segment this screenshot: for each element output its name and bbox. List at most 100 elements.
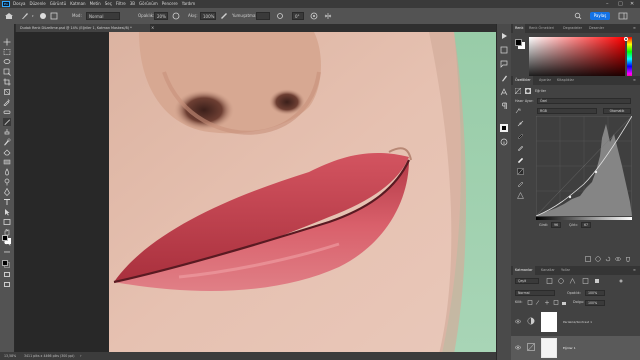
- preset-select[interactable]: Özel: [537, 98, 631, 104]
- view-previous-icon[interactable]: [595, 256, 601, 262]
- frame-tool-icon[interactable]: [3, 88, 11, 96]
- properties-menu-icon[interactable]: ≡: [631, 76, 638, 85]
- input-value[interactable]: 96: [551, 222, 561, 228]
- flow-input[interactable]: 100%: [200, 12, 216, 20]
- layer-row-selected[interactable]: Eğriler 1: [511, 336, 640, 360]
- symmetry-icon[interactable]: [324, 12, 332, 20]
- brush-tool-icon[interactable]: [20, 12, 30, 20]
- reset-icon[interactable]: [605, 256, 611, 262]
- opacity-input[interactable]: 20%: [154, 12, 168, 20]
- hue-slider[interactable]: [627, 37, 632, 81]
- menu-help[interactable]: Yardım: [182, 0, 195, 8]
- menu-edit[interactable]: Düzenle: [29, 0, 45, 8]
- dodge-tool-icon[interactable]: [3, 178, 11, 186]
- screen-mode-icon[interactable]: [4, 282, 10, 287]
- layer-name[interactable]: Eğriler 1: [563, 345, 576, 351]
- tab-libraries[interactable]: Kitaplıklar: [555, 76, 576, 85]
- eraser-tool-icon[interactable]: [3, 148, 11, 156]
- layer-opacity-input[interactable]: 100%: [585, 290, 605, 296]
- brush-size-icon[interactable]: [40, 13, 46, 19]
- eye-icon[interactable]: [515, 319, 521, 324]
- history-icon[interactable]: [500, 46, 508, 54]
- pen-tool-icon[interactable]: [3, 188, 11, 196]
- layer-mask-thumbnail[interactable]: [541, 312, 557, 332]
- trash-icon[interactable]: [625, 256, 631, 262]
- paragraph-icon[interactable]: [500, 102, 508, 110]
- output-value[interactable]: 67: [581, 222, 591, 228]
- color-field[interactable]: [529, 37, 625, 81]
- gray-point-eyedropper-icon[interactable]: [517, 144, 524, 151]
- color-fg-swatch[interactable]: [515, 39, 522, 46]
- airbrush-icon[interactable]: [220, 12, 228, 20]
- edit-points-icon[interactable]: [517, 120, 524, 127]
- smoothing-settings-icon[interactable]: [276, 12, 284, 20]
- minimize-icon[interactable]: –: [606, 0, 609, 8]
- more-tools-icon[interactable]: [3, 248, 11, 256]
- menu-file[interactable]: Dosya: [13, 0, 25, 8]
- search-icon[interactable]: [574, 12, 582, 20]
- target-adjust-icon[interactable]: [515, 108, 521, 114]
- tab-channels[interactable]: Kanallar: [539, 266, 557, 275]
- brush-preset-chevron-icon[interactable]: ▾: [32, 12, 34, 20]
- play-icon[interactable]: [500, 32, 508, 40]
- close-icon[interactable]: ✕: [630, 0, 634, 8]
- tab-adjustments[interactable]: Ayarlar: [537, 76, 553, 85]
- pressure-opacity-icon[interactable]: [172, 12, 180, 20]
- layer-mask-thumbnail[interactable]: [541, 338, 557, 358]
- pencil-curve-icon[interactable]: [517, 180, 524, 187]
- tab-layers[interactable]: Katmanlar: [513, 266, 535, 275]
- status-chevron-icon[interactable]: ›: [80, 352, 82, 360]
- type-tool-icon[interactable]: [3, 198, 11, 206]
- marquee-tool-icon[interactable]: [3, 48, 11, 56]
- smooth-curve-icon[interactable]: [517, 168, 524, 175]
- healing-brush-tool-icon[interactable]: [3, 108, 11, 116]
- tab-close-icon[interactable]: ×: [151, 24, 154, 32]
- foreground-color-swatch[interactable]: [2, 260, 8, 266]
- move-tool-icon[interactable]: [3, 38, 11, 46]
- home-icon[interactable]: [4, 12, 14, 20]
- menu-type[interactable]: Metin: [90, 0, 101, 8]
- comments-icon[interactable]: [500, 60, 508, 68]
- adjustments-icon[interactable]: [500, 124, 508, 132]
- brush-angle-input[interactable]: 0°: [292, 12, 304, 20]
- layers-menu-icon[interactable]: ≡: [631, 266, 638, 275]
- lock-icons[interactable]: [527, 300, 567, 305]
- tab-patterns[interactable]: Desenler: [587, 24, 606, 33]
- layer-filter-select[interactable]: Çeşit: [515, 278, 539, 284]
- layer-fill-input[interactable]: 100%: [585, 300, 605, 306]
- brushes-panel-icon[interactable]: [500, 74, 508, 82]
- layer-row[interactable]: Parlaklık/Kontrast 1: [511, 310, 640, 334]
- menu-filter[interactable]: Filtre: [116, 0, 126, 8]
- tab-properties[interactable]: Özellikler: [513, 76, 533, 85]
- menu-image[interactable]: Görüntü: [50, 0, 66, 8]
- lasso-tool-icon[interactable]: [3, 58, 11, 66]
- mode-select[interactable]: Normal: [86, 12, 120, 20]
- object-select-tool-icon[interactable]: [3, 68, 11, 76]
- menu-3d[interactable]: 3B: [130, 0, 135, 8]
- tab-swatches[interactable]: Renk Örnekleri: [527, 24, 556, 33]
- auto-button[interactable]: Otomatik: [603, 108, 631, 114]
- quick-mask-icon[interactable]: [4, 272, 10, 277]
- menu-view[interactable]: Görünüm: [139, 0, 158, 8]
- character-icon[interactable]: [500, 88, 508, 96]
- workspace-icon[interactable]: [618, 12, 628, 20]
- visibility-icon[interactable]: [615, 256, 621, 262]
- info-icon[interactable]: [500, 138, 508, 146]
- eye-icon[interactable]: [515, 345, 521, 350]
- blend-mode-select[interactable]: Normal: [515, 290, 555, 296]
- tab-gradients[interactable]: Degradeler: [561, 24, 584, 33]
- document-canvas[interactable]: [22, 32, 496, 354]
- menu-select[interactable]: Seç: [105, 0, 112, 8]
- channel-select[interactable]: RGB: [537, 108, 597, 114]
- zoom-level[interactable]: 13,58%: [4, 352, 16, 360]
- panel-menu-icon[interactable]: ≡: [631, 24, 638, 33]
- layer-name[interactable]: Parlaklık/Kontrast 1: [563, 319, 592, 325]
- share-button[interactable]: Paylaş: [590, 12, 610, 20]
- history-brush-tool-icon[interactable]: [3, 138, 11, 146]
- clone-stamp-tool-icon[interactable]: [3, 128, 11, 136]
- crop-tool-icon[interactable]: [3, 78, 11, 86]
- menu-window[interactable]: Pencere: [162, 0, 178, 8]
- white-point-eyedropper-icon[interactable]: [517, 156, 524, 163]
- eyedropper-tool-icon[interactable]: [3, 98, 11, 106]
- smoothing-input[interactable]: [256, 12, 270, 20]
